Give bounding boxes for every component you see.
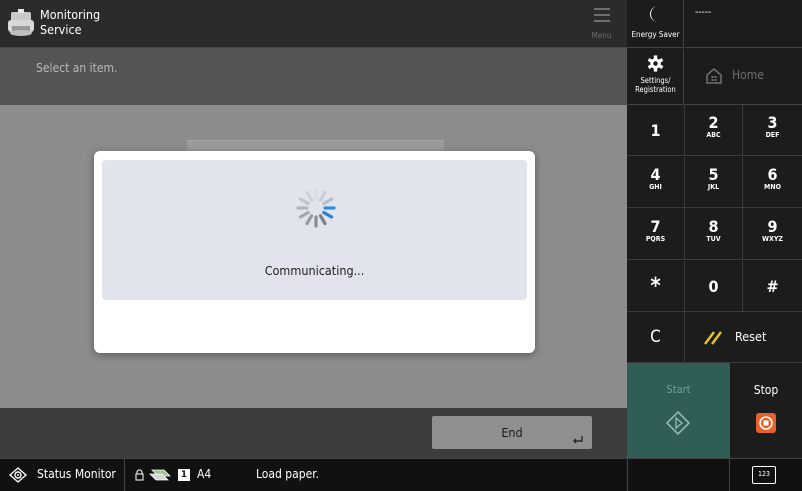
stop-label: Stop bbox=[753, 383, 779, 397]
enter-icon bbox=[573, 436, 583, 444]
key-hash[interactable]: # bbox=[743, 261, 802, 312]
home-label: Home bbox=[732, 68, 764, 82]
key-asterisk[interactable]: * bbox=[627, 261, 685, 312]
key-8[interactable]: 8 TUV bbox=[685, 209, 743, 260]
status-monitor-button[interactable]: Status Monitor bbox=[0, 459, 125, 491]
key-letters: WXYZ bbox=[762, 235, 783, 243]
key-5[interactable]: 5 JKL bbox=[685, 157, 743, 208]
settings-registration-button[interactable]: Settings/ Registration bbox=[627, 49, 684, 105]
start-diamond-icon bbox=[666, 411, 690, 435]
loading-spinner-icon bbox=[296, 188, 336, 228]
stop-icon bbox=[756, 413, 776, 433]
key-label: 0 bbox=[708, 277, 719, 296]
key-letters: MNO bbox=[764, 183, 781, 191]
menu-label: Menu bbox=[591, 31, 612, 40]
key-3[interactable]: 3 DEF bbox=[743, 105, 802, 156]
key-4[interactable]: 4 GHI bbox=[627, 157, 685, 208]
key-letters: JKL bbox=[707, 183, 720, 191]
reset-icon bbox=[704, 331, 722, 345]
counter-display: ----- bbox=[685, 0, 802, 48]
app-title: Monitoring Service bbox=[40, 7, 101, 37]
paper-tray-icon bbox=[149, 469, 171, 481]
key-6[interactable]: 6 MNO bbox=[743, 157, 802, 208]
status-monitor-label: Status Monitor bbox=[37, 467, 116, 481]
key-label: 8 bbox=[708, 217, 719, 236]
end-button[interactable]: End bbox=[432, 416, 592, 449]
reset-label: Reset bbox=[735, 329, 767, 344]
key-label: 4 bbox=[650, 165, 661, 184]
key-letters: TUV bbox=[706, 235, 721, 243]
menu-button[interactable]: Menu bbox=[576, 0, 627, 48]
home-icon bbox=[706, 67, 722, 84]
key-2[interactable]: 2 ABC bbox=[685, 105, 743, 156]
key-letters: ABC bbox=[706, 131, 721, 139]
key-label: 3 bbox=[767, 113, 778, 132]
instruction-text: Select an item. bbox=[36, 61, 118, 75]
key-letters: DEF bbox=[765, 131, 780, 139]
key-label: * bbox=[650, 274, 661, 299]
instruction-bar: Select an item. bbox=[0, 48, 627, 105]
status-message: Load paper. bbox=[256, 467, 320, 481]
key-label: # bbox=[766, 277, 779, 296]
key-label: 6 bbox=[767, 165, 778, 184]
key-label: 7 bbox=[650, 217, 661, 236]
dialog-message: Communicating... bbox=[264, 263, 365, 278]
clear-label: C bbox=[650, 327, 661, 347]
start-button[interactable]: Start bbox=[627, 363, 730, 458]
status-monitor-icon bbox=[9, 467, 27, 483]
numeric-keypad: 1 2 ABC 3 DEF 4 GHI 5 JKL 6 MNO 7 PQRS 8… bbox=[627, 105, 802, 363]
app-footer: End bbox=[0, 408, 627, 458]
start-label: Start bbox=[666, 383, 691, 396]
key-0[interactable]: 0 bbox=[685, 261, 743, 312]
monitoring-service-app-icon bbox=[8, 9, 34, 36]
clear-button[interactable]: C bbox=[627, 312, 685, 363]
key-label: 5 bbox=[708, 165, 719, 184]
key-9[interactable]: 9 WXYZ bbox=[743, 209, 802, 260]
menu-icon bbox=[593, 8, 610, 22]
counter-text: ----- bbox=[695, 7, 712, 18]
key-label: 1 bbox=[650, 121, 661, 140]
end-label: End bbox=[501, 425, 523, 440]
moon-icon bbox=[650, 6, 658, 22]
numeric-keyboard-label: 123 bbox=[757, 470, 771, 478]
key-label: 2 bbox=[708, 113, 719, 132]
paper-size: A4 bbox=[197, 467, 212, 481]
settings-registration-label: Settings/ Registration bbox=[635, 76, 676, 94]
paper-tray-number: 1 bbox=[178, 469, 190, 481]
control-panel: Energy Saver ----- Settings/ Registratio… bbox=[627, 0, 802, 458]
key-letters: GHI bbox=[649, 183, 662, 191]
energy-saver-button[interactable]: Energy Saver bbox=[627, 0, 684, 48]
stop-button[interactable]: Stop bbox=[730, 363, 802, 458]
app-header: Monitoring Service Menu bbox=[0, 0, 627, 48]
energy-saver-label: Energy Saver bbox=[631, 30, 680, 39]
lock-icon bbox=[135, 469, 144, 481]
key-7[interactable]: 7 PQRS bbox=[627, 209, 685, 260]
key-letters: PQRS bbox=[645, 235, 666, 243]
key-label: 9 bbox=[767, 217, 778, 236]
home-button[interactable]: Home bbox=[685, 49, 802, 105]
dialog-message-panel: Communicating... bbox=[102, 160, 527, 300]
numeric-keyboard-button[interactable]: 123 bbox=[752, 466, 776, 484]
status-bar-spacer bbox=[627, 459, 730, 491]
gear-icon bbox=[647, 55, 664, 72]
key-1[interactable]: 1 bbox=[627, 105, 685, 156]
status-bar: Status Monitor 1 A4 Load paper. 123 bbox=[0, 458, 802, 491]
communicating-dialog: Communicating... bbox=[94, 151, 535, 353]
reset-button[interactable]: Reset bbox=[685, 312, 802, 363]
